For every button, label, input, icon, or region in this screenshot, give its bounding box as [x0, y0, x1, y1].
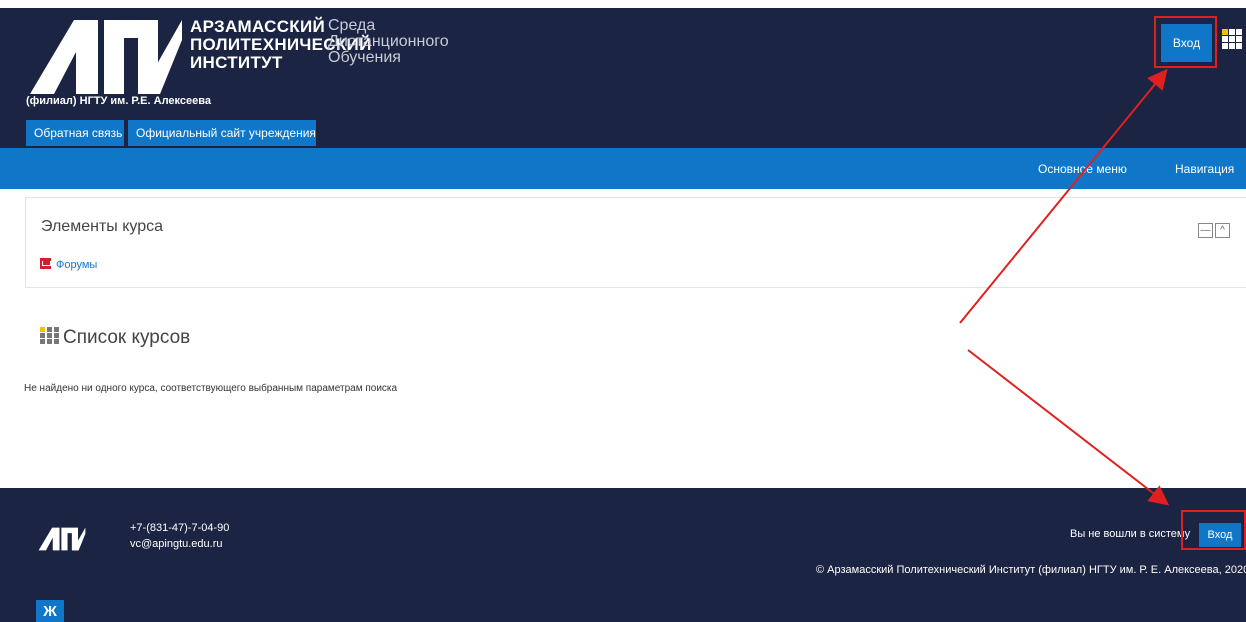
collapse-block-button[interactable]: — — [1198, 223, 1213, 238]
course-list-heading: Список курсов — [40, 327, 190, 349]
annotation-arrow-down — [967, 349, 1170, 506]
footer-email[interactable]: vc@apingtu.edu.ru — [130, 538, 223, 550]
feedback-button[interactable]: Обратная связь — [26, 120, 124, 146]
top-strip — [0, 0, 1246, 8]
nav-navigation[interactable]: Навигация — [1175, 162, 1234, 176]
grid-list-icon — [40, 327, 59, 344]
main-navbar: Основное меню Навигация — [0, 148, 1246, 189]
move-block-button[interactable]: ^ — [1215, 223, 1230, 238]
footer-copyright: © Арзамасский Политехнический Институт (… — [816, 564, 1246, 576]
forums-label: Форумы — [56, 259, 98, 271]
site-header: АРЗАМАССКИЙ ПОЛИТЕХНИЧЕСКИЙ ИНСТИТУТ Сре… — [0, 8, 1246, 148]
course-list-title: Список курсов — [63, 327, 191, 348]
nav-main-menu[interactable]: Основное меню — [1038, 162, 1127, 176]
subtitle-line-2: Дистанционного — [328, 33, 449, 50]
annotation-box-top — [1154, 16, 1217, 68]
grid-icon[interactable] — [1222, 29, 1242, 49]
footer-phone: +7-(831-47)-7-04-90 — [130, 522, 230, 534]
course-elements-title: Элементы курса — [41, 218, 164, 235]
social-link[interactable]: Ж — [36, 600, 64, 622]
site-footer: +7-(831-47)-7-04-90 vc@apingtu.edu.ru Вы… — [0, 488, 1246, 622]
forums-link[interactable]: Форумы — [40, 258, 97, 271]
empty-search-message: Не найдено ни одного курса, соответствую… — [24, 383, 398, 394]
footer-logo-icon[interactable] — [27, 527, 97, 551]
logo-mark-icon[interactable] — [28, 18, 184, 96]
annotation-box-bottom — [1181, 510, 1246, 550]
official-site-button[interactable]: Официальный сайт учреждения — [128, 120, 316, 146]
not-logged-in-text: Вы не вошли в систему — [1070, 528, 1191, 540]
logo-subtitle: Среда Дистанционного Обучения — [328, 18, 449, 66]
subtitle-line-3: Обучения — [328, 49, 401, 66]
subtitle-line-1: Среда — [328, 17, 376, 34]
branch-label: (филиал) НГТУ им. Р.Е. Алексеева — [26, 95, 211, 107]
forum-icon — [40, 258, 51, 269]
course-elements-block: Элементы курса Форумы — ^ — [25, 197, 1246, 288]
